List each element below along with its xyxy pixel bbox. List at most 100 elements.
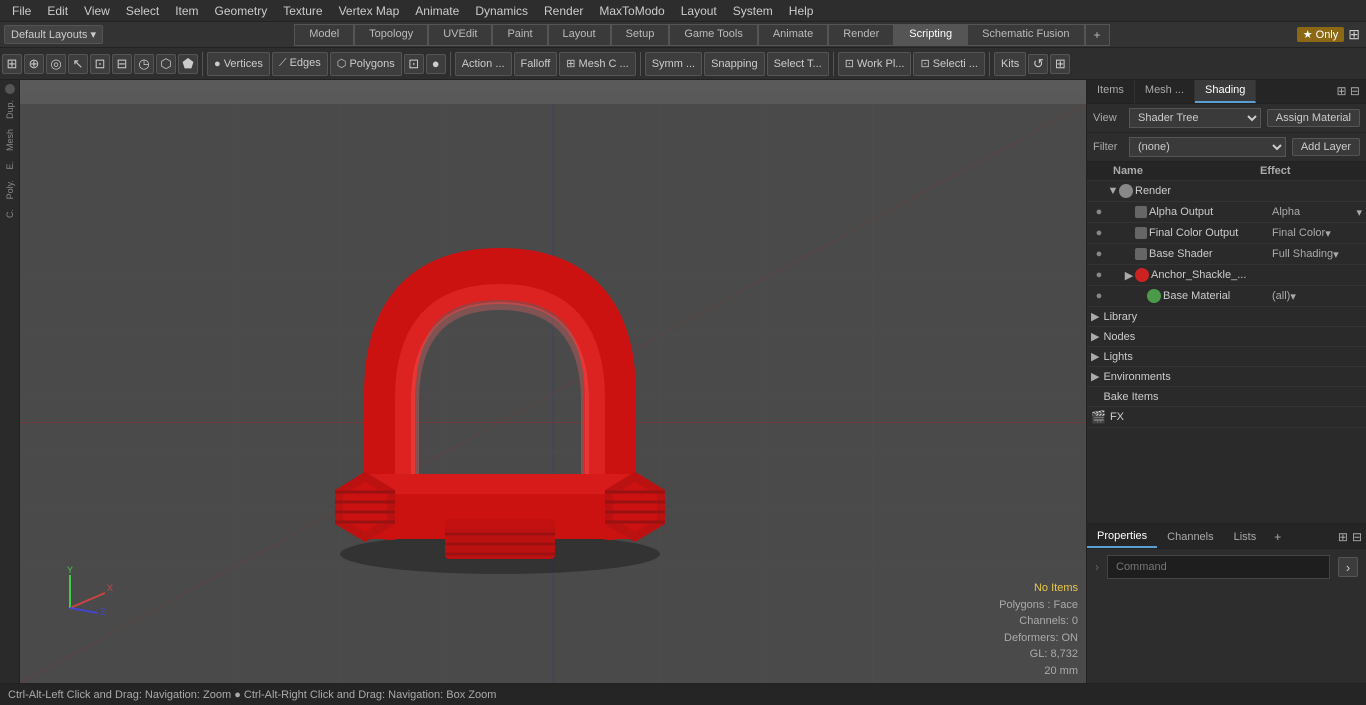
tab-render[interactable]: Render (828, 24, 894, 46)
toolbar-icon-13[interactable]: ⊞ (1050, 54, 1070, 74)
default-layouts-dropdown[interactable]: Default Layouts ▾ (4, 25, 103, 44)
section-library[interactable]: ▶ Library (1087, 307, 1366, 327)
rp-view-dropdown[interactable]: Shader Tree (1129, 108, 1261, 128)
tab-paint[interactable]: Paint (492, 24, 547, 46)
command-input[interactable] (1107, 555, 1330, 579)
bp-arrow-left[interactable]: › (1095, 560, 1099, 574)
tree-row-base-material[interactable]: ● Base Material (all) ▾ (1087, 286, 1366, 307)
tab-layout[interactable]: Layout (548, 24, 611, 46)
toolbar-icon-2[interactable]: ⊕ (24, 54, 44, 74)
menu-system[interactable]: System (725, 2, 781, 20)
expand-icon[interactable]: ⊞ (1348, 26, 1360, 43)
assign-material-button[interactable]: Assign Material (1267, 109, 1360, 127)
tab-uvedit[interactable]: UVEdit (428, 24, 492, 46)
snapping-button[interactable]: Snapping (704, 52, 765, 76)
polygons-button[interactable]: ⬡ Polygons (330, 52, 402, 76)
menu-item[interactable]: Item (167, 2, 206, 20)
toolbar-icon-10[interactable]: ⊡ (404, 54, 424, 74)
symm-button[interactable]: Symm ... (645, 52, 702, 76)
star-only-badge[interactable]: ★ Only (1297, 27, 1345, 42)
section-lights[interactable]: ▶ Lights (1087, 347, 1366, 367)
tab-plus-button[interactable]: + (1085, 24, 1110, 46)
section-bake-items[interactable]: ▶ Bake Items (1087, 387, 1366, 407)
toolbar-icon-9[interactable]: ⬟ (178, 54, 198, 74)
menu-dynamics[interactable]: Dynamics (467, 2, 536, 20)
eye-base-shader[interactable]: ● (1091, 246, 1107, 262)
add-layer-button[interactable]: Add Layer (1292, 138, 1360, 156)
toolbar-icon-3[interactable]: ◎ (46, 54, 66, 74)
eye-base-material[interactable]: ● (1091, 288, 1107, 304)
menu-select[interactable]: Select (118, 2, 167, 20)
vertices-button[interactable]: ● Vertices (207, 52, 270, 76)
viewport[interactable]: Perspective Default Viewport Textures ⤢ … (20, 80, 1086, 683)
eye-anchor-shackle[interactable]: ● (1091, 267, 1107, 283)
bp-tab-channels[interactable]: Channels (1157, 527, 1223, 547)
tab-setup[interactable]: Setup (611, 24, 670, 46)
edges-button[interactable]: ⟋ Edges (272, 52, 328, 76)
mesh-c-button[interactable]: ⊞ Mesh C ... (559, 52, 635, 76)
rp-tab-mesh[interactable]: Mesh ... (1135, 80, 1195, 103)
menu-help[interactable]: Help (781, 2, 822, 20)
tab-animate[interactable]: Animate (758, 24, 828, 46)
menu-view[interactable]: View (76, 2, 118, 20)
tab-schematic-fusion[interactable]: Schematic Fusion (967, 24, 1084, 46)
sidebar-label-mesh[interactable]: Mesh (5, 125, 15, 155)
section-nodes[interactable]: ▶ Nodes (1087, 327, 1366, 347)
rp-tab-shading[interactable]: Shading (1195, 80, 1256, 103)
toolbar-icon-12[interactable]: ↺ (1028, 54, 1048, 74)
viewport-canvas[interactable]: X Y Z No Items Polygons : Face Channels:… (20, 104, 1086, 683)
bp-ctrl-expand[interactable]: ⊞ (1338, 530, 1348, 544)
eye-final-color[interactable]: ● (1091, 225, 1107, 241)
toolbar-icon-6[interactable]: ⊟ (112, 54, 132, 74)
sidebar-label-e[interactable]: E. (5, 157, 15, 174)
toolbar-icon-8[interactable]: ⬡ (156, 54, 176, 74)
section-environments[interactable]: ▶ Environments (1087, 367, 1366, 387)
menu-maxtomodo[interactable]: MaxToModo (591, 2, 672, 20)
menu-render[interactable]: Render (536, 2, 591, 20)
rp-filter-dropdown[interactable]: (none) (1129, 137, 1286, 157)
tree-row-final-color[interactable]: ● Final Color Output Final Color ▾ (1087, 223, 1366, 244)
menu-texture[interactable]: Texture (275, 2, 330, 20)
menu-file[interactable]: File (4, 2, 39, 20)
tab-game-tools[interactable]: Game Tools (669, 24, 758, 46)
kits-button[interactable]: Kits (994, 52, 1026, 76)
eye-alpha[interactable]: ● (1091, 204, 1107, 220)
tree-row-render[interactable]: ▼ Render (1087, 181, 1366, 202)
bp-tab-properties[interactable]: Properties (1087, 526, 1157, 548)
sidebar-dot-1[interactable] (5, 84, 15, 94)
sidebar-label-poly[interactable]: Poly. (5, 176, 15, 203)
rp-expand-icon[interactable]: ⊞ ⊟ (1331, 80, 1366, 103)
arrow-anchor-shackle[interactable]: ▶ (1123, 269, 1135, 281)
work-pl-button[interactable]: ⊡ Work Pl... (838, 52, 912, 76)
tree-row-anchor-shackle[interactable]: ● ▶ Anchor_Shackle_... (1087, 265, 1366, 286)
selecti-button[interactable]: ⊡ Selecti ... (913, 52, 985, 76)
bp-tab-plus[interactable]: + (1266, 526, 1289, 548)
toolbar-icon-1[interactable]: ⊞ (2, 54, 22, 74)
toolbar-icon-11[interactable]: ● (426, 54, 446, 74)
eye-render[interactable] (1091, 183, 1107, 199)
menu-animate[interactable]: Animate (407, 2, 467, 20)
section-fx[interactable]: 🎬 FX (1087, 407, 1366, 428)
tree-row-alpha[interactable]: ● Alpha Output Alpha ▾ (1087, 202, 1366, 223)
tab-topology[interactable]: Topology (354, 24, 428, 46)
falloff-button[interactable]: Falloff (514, 52, 558, 76)
toolbar-icon-4[interactable]: ↖ (68, 54, 88, 74)
arrow-render[interactable]: ▼ (1107, 185, 1119, 197)
menu-vertex-map[interactable]: Vertex Map (331, 2, 408, 20)
sidebar-label-dup[interactable]: Dup. (5, 96, 15, 123)
sidebar-label-c[interactable]: C. (5, 205, 15, 222)
rp-tab-items[interactable]: Items (1087, 80, 1135, 103)
menu-edit[interactable]: Edit (39, 2, 76, 20)
toolbar-icon-7[interactable]: ◷ (134, 54, 154, 74)
bp-tab-lists[interactable]: Lists (1224, 527, 1267, 547)
tab-scripting[interactable]: Scripting (894, 24, 967, 46)
command-submit-icon[interactable]: › (1338, 557, 1358, 577)
tree-row-base-shader[interactable]: ● Base Shader Full Shading ▾ (1087, 244, 1366, 265)
menu-layout[interactable]: Layout (673, 2, 725, 20)
bp-ctrl-pin[interactable]: ⊟ (1352, 530, 1362, 544)
select-t-button[interactable]: Select T... (767, 52, 829, 76)
action-button[interactable]: Action ... (455, 52, 512, 76)
toolbar-icon-5[interactable]: ⊡ (90, 54, 110, 74)
menu-geometry[interactable]: Geometry (207, 2, 276, 20)
tab-model[interactable]: Model (294, 24, 354, 46)
